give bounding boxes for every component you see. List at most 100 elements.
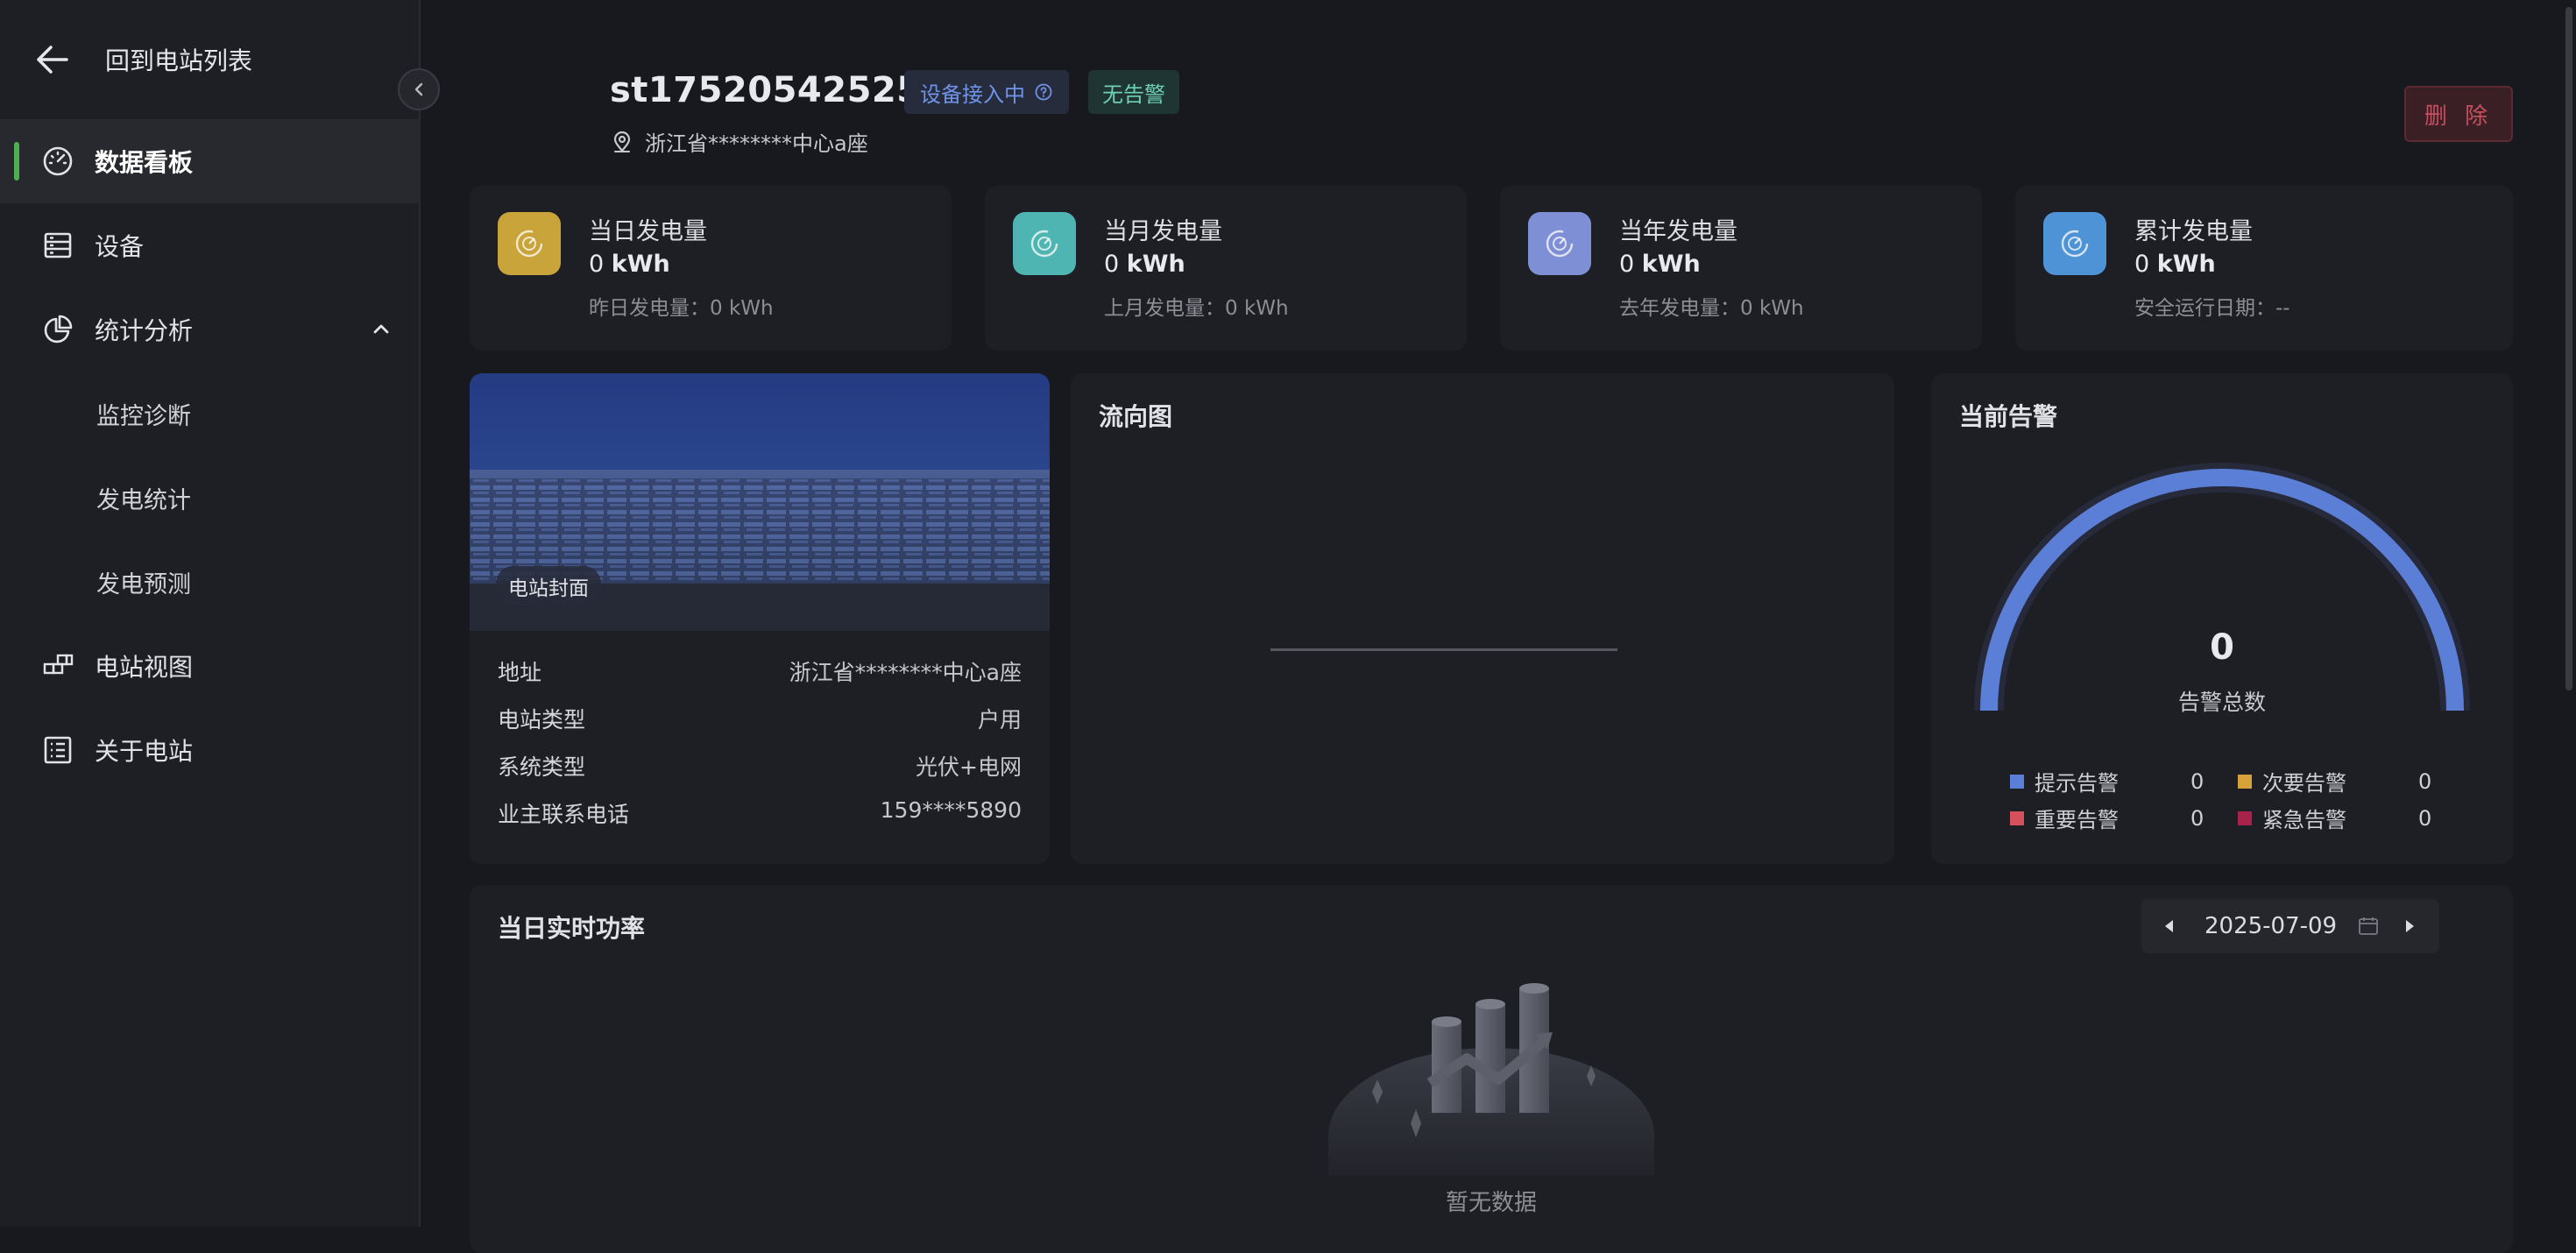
flow-title: 流向图 — [1099, 402, 1173, 431]
sidebar-item-about-station[interactable]: 关于电站 — [0, 708, 421, 792]
calendar-icon — [2359, 917, 2378, 935]
energy-tile — [1528, 212, 1591, 275]
date-picker[interactable]: 2025-07-09 — [2141, 899, 2439, 953]
station-info-card: 电站封面 地址 浙江省********中心a座 电站类型 户用 系统类型 光伏+… — [470, 373, 1050, 864]
stat-value-line: 0 kWh — [2134, 251, 2216, 278]
stat-value: 0 — [589, 251, 605, 278]
alarm-total: 0 — [2210, 627, 2234, 668]
main-content: st1752054252506 设备接入中 无告警 浙江省********中心a… — [422, 0, 2576, 1253]
delete-button[interactable]: 删 除 — [2404, 86, 2513, 142]
stat-sub: 安全运行日期：-- — [2134, 297, 2290, 320]
access-status-badge[interactable]: 设备接入中 — [904, 70, 1069, 114]
sidebar-item-station-view[interactable]: 电站视图 — [0, 624, 421, 708]
info-row-station-type: 电站类型 户用 — [498, 703, 1022, 734]
legend-label: 次要告警 — [2262, 771, 2346, 796]
sidebar-item-dashboard[interactable]: 数据看板 — [0, 119, 421, 203]
sidebar-subitem-forecast[interactable]: 发电预测 — [0, 540, 421, 624]
access-status-label: 设备接入中 — [920, 81, 1025, 107]
info-key: 系统类型 — [498, 754, 586, 780]
sidebar-item-statistics[interactable]: 统计分析 — [0, 287, 421, 372]
sidebar-item-label: 设备 — [95, 232, 145, 261]
date-value: 2025-07-09 — [2204, 913, 2338, 939]
layout-icon — [43, 654, 74, 675]
info-value: 户用 — [977, 707, 1022, 733]
legend-swatch — [2010, 774, 2024, 789]
info-key: 地址 — [498, 660, 542, 685]
legend-count: 0 — [2190, 768, 2204, 794]
empty-data-illustration — [1328, 983, 1654, 1176]
sidebar: 回到电站列表 数据看板 设备 统计分析 监控诊断 发电统计 发电预测 电站视图 … — [0, 0, 421, 1227]
location-pin-icon — [613, 131, 631, 152]
alarm-gauge — [1974, 463, 2470, 711]
station-cover-image: 电站封面 — [470, 373, 1050, 631]
stat-card-daily: 当日发电量 0 kWh 昨日发电量：0 kWh — [470, 186, 952, 350]
chevron-up-icon — [373, 324, 389, 334]
legend-label: 重要告警 — [2035, 808, 2119, 832]
location-text: 浙江省********中心a座 — [645, 131, 868, 156]
stat-sub: 上月发电量：0 kWh — [1104, 297, 1289, 320]
stat-title: 当日发电量 — [589, 218, 707, 245]
chevron-left-icon — [414, 82, 423, 96]
active-indicator — [14, 142, 19, 181]
info-value: 浙江省********中心a座 — [789, 660, 1022, 685]
stat-value-line: 0 kWh — [589, 251, 670, 278]
stat-title: 当年发电量 — [1619, 218, 1737, 245]
sidebar-subitem-label: 发电预测 — [96, 570, 191, 598]
energy-tile — [498, 212, 561, 275]
sidebar-subitem-label: 监控诊断 — [96, 402, 191, 430]
stat-card-monthly: 当月发电量 0 kWh 上月发电量：0 kWh — [985, 186, 1467, 350]
sidebar-item-label: 数据看板 — [95, 148, 194, 177]
stat-value: 0 — [1104, 251, 1120, 278]
sidebar-subitem-label: 发电统计 — [96, 486, 191, 514]
station-location: 浙江省********中心a座 — [610, 126, 868, 157]
collapse-sidebar-button[interactable] — [398, 68, 440, 110]
info-row-system-type: 系统类型 光伏+电网 — [498, 750, 1022, 782]
info-key: 业主联系电话 — [498, 802, 630, 827]
info-key: 电站类型 — [498, 707, 586, 733]
stat-title: 累计发电量 — [2134, 218, 2253, 245]
stat-sub: 去年发电量：0 kWh — [1619, 297, 1804, 320]
energy-cycle-icon — [515, 230, 543, 258]
info-row-address: 地址 浙江省********中心a座 — [498, 655, 1022, 687]
scrollbar[interactable] — [2565, 7, 2572, 690]
back-label: 回到电站列表 — [105, 46, 253, 75]
cover-label: 电站封面 — [496, 566, 601, 606]
energy-cycle-icon — [1030, 230, 1058, 258]
energy-cycle-icon — [1546, 230, 1574, 258]
stat-unit: kWh — [2156, 251, 2216, 278]
legend-count: 0 — [2418, 768, 2432, 794]
sidebar-item-label: 关于电站 — [95, 737, 194, 766]
back-to-station-list[interactable]: 回到电站列表 — [35, 32, 252, 88]
stat-value: 0 — [1619, 251, 1635, 278]
sidebar-item-label: 统计分析 — [95, 316, 194, 345]
empty-data-label: 暂无数据 — [1445, 1190, 1537, 1216]
next-day-icon[interactable] — [2401, 917, 2418, 935]
sidebar-subitem-monitoring[interactable]: 监控诊断 — [0, 372, 421, 456]
prev-day-icon[interactable] — [2161, 917, 2178, 935]
energy-cycle-icon — [2061, 230, 2089, 258]
stat-sub: 昨日发电量：0 kWh — [589, 297, 774, 320]
alarm-total-label: 告警总数 — [2177, 690, 2266, 715]
stat-value-line: 0 kWh — [1104, 251, 1185, 278]
alarm-status-badge: 无告警 — [1088, 70, 1179, 114]
sidebar-subitem-generation-stats[interactable]: 发电统计 — [0, 456, 421, 540]
stat-title: 当月发电量 — [1104, 218, 1222, 245]
pie-chart-icon — [44, 315, 73, 343]
alarm-status-label: 无告警 — [1102, 81, 1165, 107]
help-circle-icon — [1035, 83, 1052, 101]
stat-unit: kWh — [1641, 251, 1701, 278]
legend-minor-alarm: 次要告警 0 — [2238, 766, 2431, 796]
arrow-left-icon — [37, 46, 68, 74]
legend-count: 0 — [2418, 805, 2432, 831]
flow-line — [1270, 648, 1617, 651]
legend-swatch — [2238, 811, 2252, 825]
current-alarm-card: 当前告警 0 告警总数 提示告警 0 次要告警 0 重要告警 0 紧急告警 0 — [1931, 373, 2513, 864]
list-icon — [44, 736, 72, 764]
info-value: 159****5890 — [880, 797, 1022, 823]
stat-card-yearly: 当年发电量 0 kWh 去年发电量：0 kWh — [1500, 186, 1982, 350]
flow-chart-card: 流向图 — [1071, 373, 1894, 864]
dashboard-icon — [43, 146, 73, 176]
sidebar-item-devices[interactable]: 设备 — [0, 203, 421, 287]
stat-unit: kWh — [611, 251, 670, 278]
stat-card-total: 累计发电量 0 kWh 安全运行日期：-- — [2015, 186, 2513, 350]
